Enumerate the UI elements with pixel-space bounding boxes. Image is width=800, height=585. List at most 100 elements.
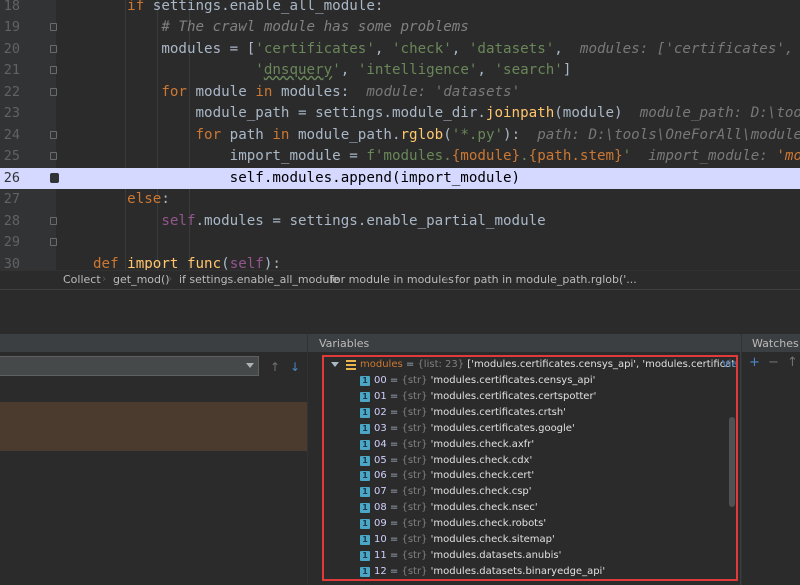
code-token: module: 'datasets': [366, 83, 521, 100]
breadcrumb-separator: ›: [102, 272, 107, 285]
variable-row[interactable]: 1 12 = {str} 'modules.datasets.binaryedge…: [324, 564, 736, 579]
variable-row[interactable]: 1 03 = {str} 'modules.certificates.google…: [324, 421, 736, 437]
variable-row[interactable]: 1 11 = {str} 'modules.datasets.anubis': [324, 548, 736, 564]
arrow-down-icon[interactable]: ↓: [290, 360, 300, 374]
variable-value: 'modules.check.csp': [430, 486, 532, 498]
variable-value: 'modules.check.robots': [430, 518, 547, 530]
breadcrumb-item[interactable]: for path in module_path.rglob('...: [455, 273, 637, 286]
breadcrumb-item[interactable]: for module in modules: [330, 273, 454, 286]
line-number: 23: [3, 105, 20, 121]
code-token: {path.stem}: [528, 148, 623, 164]
fold-marker-icon[interactable]: [50, 130, 57, 139]
code-token: import_module:: [648, 148, 777, 164]
breadcrumb-item[interactable]: Collect: [63, 273, 101, 286]
fold-marker-icon[interactable]: [50, 44, 57, 53]
code-token: ):: [503, 126, 538, 143]
variable-equals: =: [386, 518, 402, 530]
variable-index: 06: [374, 470, 387, 482]
execution-point-icon[interactable]: [50, 172, 59, 183]
code-token: {module}: [451, 148, 521, 164]
string-type-icon: 1: [360, 455, 370, 466]
fold-marker-icon[interactable]: [50, 66, 57, 74]
variable-equals: =: [386, 470, 402, 482]
code-line[interactable]: 28 self.modules = settings.enable_partia…: [0, 211, 800, 233]
fold-marker-icon[interactable]: [50, 238, 57, 246]
code-line[interactable]: 21 'dnsquery', 'intelligence', 'search']: [0, 60, 800, 82]
code-line[interactable]: 22 for module in modules: module: 'datas…: [0, 82, 800, 104]
variable-row[interactable]: 1 04 = {str} 'modules.check.axfr': [324, 437, 736, 453]
variable-row[interactable]: 1 05 = {str} 'modules.check.cdx': [324, 453, 736, 469]
string-type-icon: 1: [360, 471, 370, 482]
code-token: def: [93, 255, 128, 271]
variable-type: {str}: [401, 390, 428, 402]
variable-value: 'modules.datasets.anubis': [430, 549, 562, 561]
line-number: 19: [3, 19, 20, 35]
line-number: 27: [3, 191, 20, 207]
fold-marker-icon[interactable]: [50, 87, 57, 96]
variable-row[interactable]: 1 07 = {str} 'modules.check.csp': [324, 484, 736, 500]
breadcrumb-separator: ›: [319, 272, 324, 285]
variable-equals: =: [386, 454, 402, 466]
code-token: ,: [340, 62, 358, 78]
code-line[interactable]: 25 import_module = f'modules.{module}.{p…: [0, 146, 800, 168]
fold-marker-icon[interactable]: [50, 23, 57, 31]
code-line[interactable]: 23 module_path = settings.module_dir.joi…: [0, 103, 800, 125]
breadcrumb-item[interactable]: get_mod(): [113, 273, 170, 286]
fold-marker-icon[interactable]: [50, 152, 57, 160]
code-text: def import_func(self):: [93, 254, 281, 271]
breadcrumb-item[interactable]: if settings.enable_all_module: [179, 273, 339, 286]
code-token: .: [520, 148, 529, 164]
variable-row[interactable]: 1 06 = {str} 'modules.check.cert': [324, 468, 736, 484]
scrollbar[interactable]: [729, 417, 735, 507]
variable-type: {str}: [401, 502, 428, 514]
code-editor[interactable]: 18 if settings.enable_all_module: 19 # Th…: [0, 0, 800, 270]
code-line[interactable]: 26 self.modules.append(import_module): [0, 167, 800, 190]
chevron-down-icon[interactable]: [331, 362, 339, 367]
add-icon[interactable]: +: [749, 356, 760, 370]
code-line[interactable]: 20 modules = ['certificates', 'check', '…: [0, 39, 800, 61]
string-type-icon: 1: [360, 487, 370, 498]
code-token: ,: [477, 62, 495, 78]
code-token: import_func: [127, 255, 222, 271]
variables-header: Variables: [308, 334, 740, 352]
code-token: modules:: [280, 83, 367, 100]
variable-type: {str}: [401, 406, 428, 418]
variable-row[interactable]: 1 10 = {str} 'modules.check.sitemap': [324, 532, 736, 548]
view-link[interactable]: View: [722, 357, 736, 373]
code-token: module_path.: [298, 126, 401, 143]
editor-tool-separator: [0, 289, 800, 334]
variable-row[interactable]: 1 00 = {str} 'modules.certificates.censys…: [324, 373, 736, 389]
arrow-up-icon[interactable]: ↑: [787, 356, 798, 370]
frames-header: [0, 334, 307, 352]
variable-value: 'modules.certificates.censys_api': [430, 375, 596, 386]
line-number: 22: [3, 83, 20, 100]
thread-dropdown[interactable]: [0, 356, 259, 376]
variable-equals: =: [386, 549, 402, 561]
variable-row[interactable]: 1 08 = {str} 'modules.check.nsec': [324, 500, 736, 516]
variable-value: 'modules.check.nsec': [430, 502, 538, 514]
code-line[interactable]: 19 # The crawl module has some problems: [0, 17, 800, 39]
remove-icon[interactable]: −: [768, 356, 779, 370]
variable-index: 05: [374, 454, 387, 466]
variable-row[interactable]: 1 09 = {str} 'modules.check.robots': [324, 516, 736, 532]
code-line[interactable]: 30 def import_func(self):: [0, 254, 800, 271]
variable-row-modules[interactable]: modules = {list: 23} ['modules.certifica…: [324, 357, 736, 373]
variable-type: {str}: [401, 549, 428, 561]
variable-equals: =: [386, 565, 402, 577]
variable-value: 'modules.check.cert': [430, 470, 535, 482]
fold-marker-icon[interactable]: [50, 216, 57, 225]
selected-frame[interactable]: [0, 402, 307, 451]
arrow-up-icon[interactable]: ↑: [270, 360, 280, 374]
variable-index: 08: [374, 502, 387, 514]
variable-row[interactable]: 1 01 = {str} 'modules.certificates.certsp…: [324, 389, 736, 405]
variable-equals: =: [386, 375, 402, 386]
code-text: self.modules.append(import_module): [93, 168, 520, 190]
code-line[interactable]: 29: [0, 232, 800, 254]
code-line[interactable]: 27 else:: [0, 189, 800, 211]
code-token: ': [622, 148, 632, 164]
code-token: ': [255, 62, 264, 78]
code-line[interactable]: 18 if settings.enable_all_module:: [0, 0, 800, 17]
code-line[interactable]: 24 for path in module_path.rglob('*.py')…: [0, 125, 800, 147]
line-number: 26: [3, 169, 20, 186]
variable-row[interactable]: 1 02 = {str} 'modules.certificates.crtsh': [324, 405, 736, 421]
